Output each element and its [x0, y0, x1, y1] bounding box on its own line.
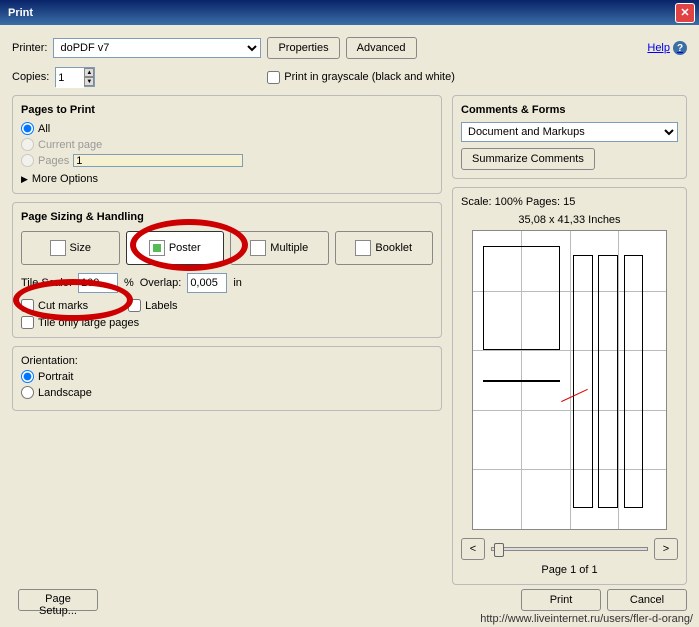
help-label: Help [647, 42, 670, 54]
portrait-radio[interactable] [21, 370, 34, 383]
preview-dimensions: 35,08 x 41,33 Inches [461, 214, 678, 226]
prev-page-button[interactable]: < [461, 538, 485, 560]
size-button[interactable]: Size [21, 231, 120, 265]
advanced-button[interactable]: Advanced [346, 37, 417, 59]
overlap-label: Overlap: [140, 277, 182, 289]
close-icon: ✕ [680, 6, 689, 19]
poster-icon [149, 240, 165, 256]
booklet-button[interactable]: Booklet [335, 231, 434, 265]
current-radio [21, 138, 34, 151]
cutmarks-checkbox[interactable] [21, 299, 34, 312]
multiple-icon [250, 240, 266, 256]
pct-label: % [124, 277, 134, 289]
triangle-right-icon: ▶ [21, 174, 28, 185]
grayscale-label: Print in grayscale (black and white) [284, 71, 455, 83]
grayscale-checkbox[interactable] [267, 71, 280, 84]
printer-select[interactable]: doPDF v7 [53, 38, 261, 58]
multiple-button[interactable]: Multiple [230, 231, 329, 265]
comments-select[interactable]: Document and Markups [461, 122, 678, 142]
overlap-input[interactable] [187, 273, 227, 293]
portrait-label: Portrait [38, 371, 73, 383]
unit-label: in [233, 277, 242, 289]
spin-up-icon[interactable]: ▲ [84, 68, 94, 77]
window-title: Print [4, 7, 675, 19]
next-page-button[interactable]: > [654, 538, 678, 560]
preview-canvas [472, 230, 667, 530]
help-link[interactable]: Help ? [647, 41, 687, 55]
orientation-group: Orientation: Portrait Landscape [12, 346, 442, 411]
copies-value[interactable] [56, 68, 84, 88]
print-button[interactable]: Print [521, 589, 601, 611]
cancel-button[interactable]: Cancel [607, 589, 687, 611]
comments-group: Comments & Forms Document and Markups Su… [452, 95, 687, 179]
more-options[interactable]: ▶ More Options [21, 173, 433, 185]
footer-url: http://www.liveinternet.ru/users/fler-d-… [0, 611, 699, 627]
pages-radio [21, 154, 34, 167]
slider-thumb[interactable] [494, 543, 504, 557]
page-setup-button[interactable]: Page Setup... [18, 589, 98, 611]
tile-scale-label: Tile Scale: [21, 277, 72, 289]
size-icon [50, 240, 66, 256]
tile-only-checkbox[interactable] [21, 316, 34, 329]
preview-panel: Scale: 100% Pages: 15 35,08 x 41,33 Inch… [452, 187, 687, 585]
help-icon: ? [673, 41, 687, 55]
properties-button[interactable]: Properties [267, 37, 339, 59]
close-button[interactable]: ✕ [675, 3, 695, 23]
pages-to-print-title: Pages to Print [21, 104, 433, 116]
all-radio[interactable] [21, 122, 34, 135]
page-slider[interactable] [491, 547, 648, 551]
booklet-icon [355, 240, 371, 256]
comments-title: Comments & Forms [461, 104, 678, 116]
current-label: Current page [38, 139, 102, 151]
tile-only-label: Tile only large pages [38, 317, 139, 329]
sizing-title: Page Sizing & Handling [21, 211, 433, 223]
all-label: All [38, 123, 50, 135]
pages-to-print-group: Pages to Print All Current page Pages ▶ … [12, 95, 442, 194]
labels-checkbox[interactable] [128, 299, 141, 312]
scale-info: Scale: 100% Pages: 15 [461, 196, 678, 208]
page-indicator: Page 1 of 1 [461, 564, 678, 576]
printer-label: Printer: [12, 42, 47, 54]
pages-input[interactable] [73, 154, 243, 167]
cutmarks-label: Cut marks [38, 300, 88, 312]
page-sizing-group: Page Sizing & Handling Size Poster Multi… [12, 202, 442, 338]
landscape-label: Landscape [38, 387, 92, 399]
titlebar: Print ✕ [0, 0, 699, 25]
summarize-button[interactable]: Summarize Comments [461, 148, 595, 170]
poster-button[interactable]: Poster [126, 231, 225, 265]
labels-label: Labels [145, 300, 177, 312]
more-options-label: More Options [32, 173, 98, 185]
pages-label: Pages [38, 155, 69, 167]
copies-stepper[interactable]: ▲ ▼ [55, 67, 95, 87]
copies-label: Copies: [12, 71, 49, 83]
spin-down-icon[interactable]: ▼ [84, 77, 94, 86]
landscape-radio[interactable] [21, 386, 34, 399]
tile-scale-input[interactable] [78, 273, 118, 293]
orientation-title: Orientation: [21, 355, 433, 367]
